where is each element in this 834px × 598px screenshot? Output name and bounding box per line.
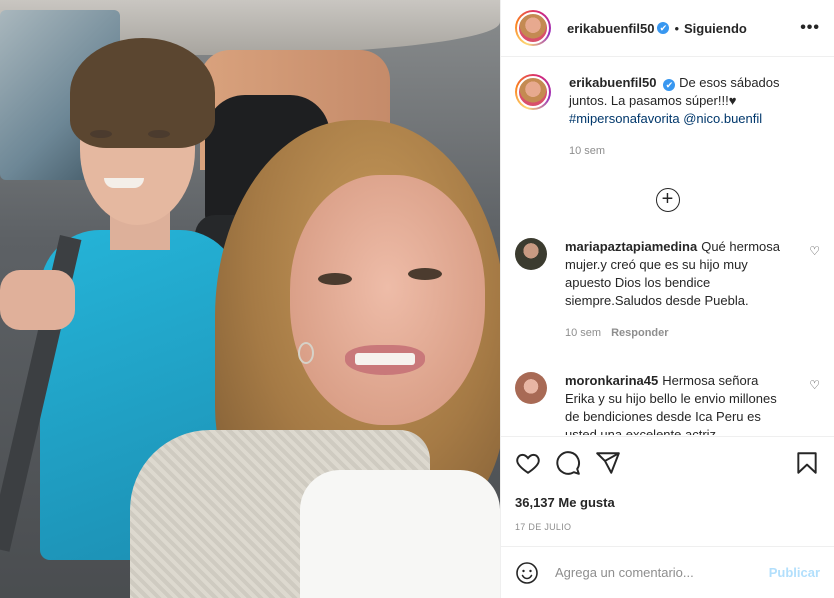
add-comment-bar: Publicar	[501, 546, 834, 598]
comment-input[interactable]	[555, 565, 755, 580]
commenter-username[interactable]: mariapaztapiamedina	[565, 239, 697, 254]
photo-earring	[298, 342, 314, 364]
caption-meta: 10 sem	[569, 142, 789, 160]
caption: erikabuenfil50 ✔ De esos sábados juntos. …	[515, 74, 820, 160]
caption-body: erikabuenfil50 ✔ De esos sábados juntos. …	[569, 74, 789, 160]
caption-author-avatar[interactable]	[515, 74, 551, 110]
instagram-post: erikabuenfil50 ✔ • Siguiendo ••• erikabu…	[0, 0, 834, 598]
photo-woman-eye-right	[408, 268, 442, 280]
photo-boy-arm	[0, 270, 75, 330]
verified-badge-icon: ✔	[657, 22, 670, 34]
commenter-username[interactable]: moronkarina45	[565, 373, 658, 388]
photo-woman-face	[290, 175, 485, 425]
post-photo[interactable]	[0, 0, 500, 598]
caption-author-avatar-image	[517, 76, 549, 108]
follow-status-button[interactable]: Siguiendo	[684, 21, 747, 36]
comment-like-heart-icon[interactable]: ♡	[809, 244, 820, 258]
comment-icon[interactable]	[555, 450, 581, 476]
author-username[interactable]: erikabuenfil50	[567, 21, 654, 36]
commenter-avatar[interactable]	[515, 372, 547, 404]
author-avatar[interactable]	[515, 10, 551, 46]
comment-time: 10 sem	[565, 327, 602, 339]
add-circle-icon[interactable]: +	[655, 188, 680, 212]
photo-blouse	[300, 470, 500, 598]
emoji-icon[interactable]	[515, 561, 539, 585]
caption-time: 10 sem	[569, 145, 606, 157]
comment-body: moronkarina45 Hermosa señora Erika y su h…	[565, 372, 785, 435]
likes-count[interactable]: 36,137 Me gusta	[515, 495, 820, 510]
author-avatar-image	[517, 12, 549, 44]
comment-like-heart-icon[interactable]: ♡	[809, 378, 820, 392]
post-date[interactable]: 17 DE JULIO	[515, 522, 820, 532]
save-icon[interactable]	[794, 450, 820, 476]
caption-verified-badge-icon: ✔	[663, 79, 676, 91]
post-header: erikabuenfil50 ✔ • Siguiendo •••	[501, 0, 834, 57]
header-separator: •	[674, 20, 679, 36]
photo-woman-teeth	[355, 353, 415, 365]
caption-hashtag-link[interactable]: #mipersonafavorita	[569, 111, 680, 126]
photo-boy-eye-left	[90, 130, 112, 138]
publish-button[interactable]: Publicar	[769, 565, 820, 580]
action-icons	[515, 449, 820, 477]
comment-body: mariapaztapiamedina Qué hermosa mujer.y c…	[565, 238, 785, 342]
comments-section[interactable]: erikabuenfil50 ✔ De esos sábados juntos. …	[501, 58, 834, 435]
post-side-panel: erikabuenfil50 ✔ • Siguiendo ••• erikabu…	[500, 0, 834, 598]
commenter-avatar[interactable]	[515, 238, 547, 270]
photo-boy-smile	[104, 178, 144, 188]
comment-item: mariapaztapiamedina Qué hermosa mujer.y c…	[515, 238, 820, 342]
post-actions: 36,137 Me gusta 17 DE JULIO	[501, 436, 834, 532]
more-options-icon[interactable]: •••	[800, 19, 820, 37]
caption-mention-link[interactable]: @nico.buenfil	[683, 111, 762, 126]
share-icon[interactable]	[595, 450, 621, 476]
comment-meta: 10 sem Responder	[565, 324, 785, 342]
reply-button[interactable]: Responder	[611, 327, 668, 339]
photo-woman-eye-left	[318, 273, 352, 285]
photo-boy-eye-right	[148, 130, 170, 138]
comment-item: moronkarina45 Hermosa señora Erika y su h…	[515, 372, 820, 435]
caption-author-username[interactable]: erikabuenfil50	[569, 75, 656, 90]
heart-icon[interactable]	[515, 450, 541, 476]
